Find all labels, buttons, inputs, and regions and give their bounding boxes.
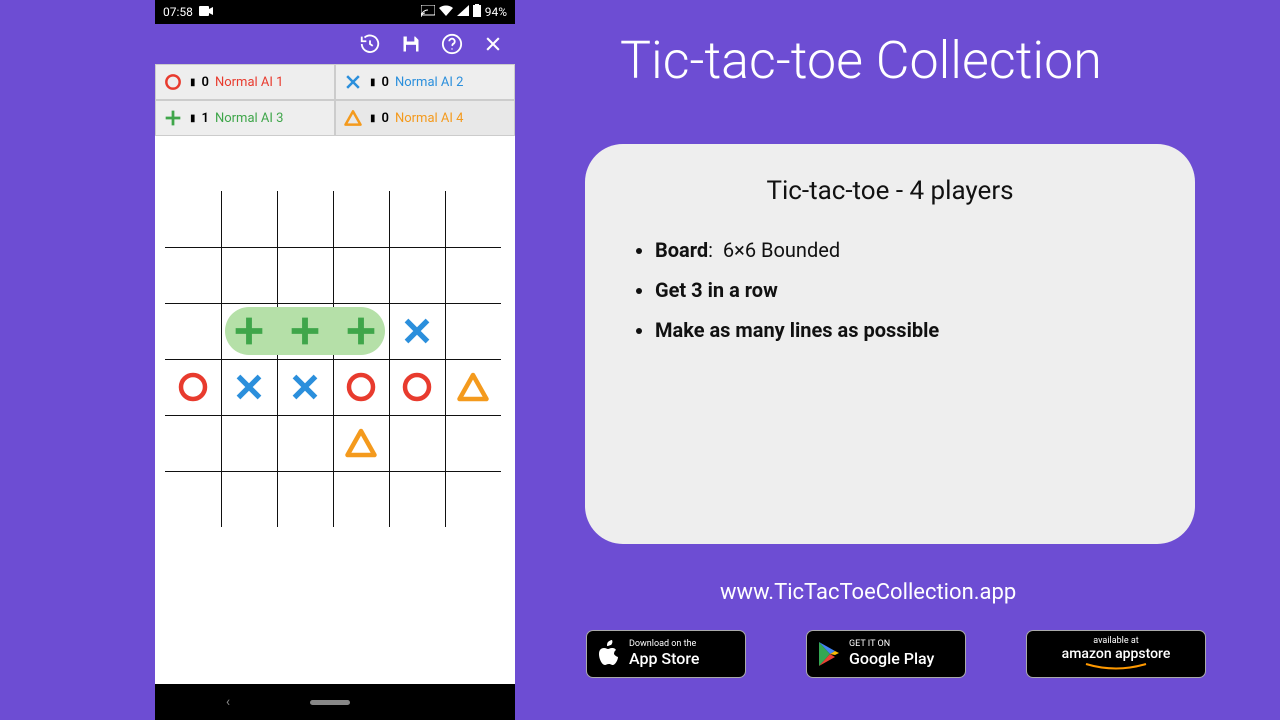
cast-icon — [421, 5, 435, 20]
camera-icon — [199, 5, 213, 19]
website-url: www.TicTacToeCollection.app — [720, 580, 1016, 605]
close-icon[interactable] — [483, 34, 503, 54]
battery-pct: 94% — [485, 5, 507, 19]
game-board[interactable] — [165, 191, 505, 531]
card-heading: Tic-tac-toe - 4 players — [625, 176, 1155, 206]
back-icon[interactable]: ‹ — [226, 694, 230, 710]
board-cell[interactable] — [221, 359, 277, 415]
board-cell[interactable] — [165, 471, 221, 527]
page-title: Tic-tac-toe Collection — [620, 30, 1102, 91]
board-cell[interactable] — [277, 247, 333, 303]
player-cell-1[interactable]: ▮ 0 Normal AI 1 — [155, 64, 335, 100]
board-cell[interactable] — [389, 247, 445, 303]
board-cell[interactable] — [277, 471, 333, 527]
save-icon[interactable] — [401, 34, 421, 54]
board-cell[interactable] — [445, 247, 501, 303]
triangle-icon — [342, 107, 364, 129]
bullet: Make as many lines as possible — [655, 310, 1155, 350]
board-cell[interactable] — [333, 359, 389, 415]
board-area — [155, 136, 515, 692]
card-bullets: Board: 6×6 Bounded Get 3 in a row Make a… — [625, 230, 1155, 350]
player-name: Normal AI 2 — [395, 75, 464, 90]
board-cell[interactable] — [389, 191, 445, 247]
player-cell-3[interactable]: ▮ 1 Normal AI 3 — [155, 100, 335, 136]
player-name: Normal AI 1 — [215, 75, 284, 90]
android-nav-bar: ‹ — [155, 684, 515, 720]
store-badges: Download on theApp Store GET IT ONGoogle… — [586, 630, 1206, 678]
board-cell[interactable] — [389, 303, 445, 359]
board-cell[interactable] — [165, 415, 221, 471]
wifi-icon — [439, 5, 453, 19]
player-score: 0 — [202, 75, 209, 90]
board-cell[interactable] — [333, 471, 389, 527]
board-cell[interactable] — [165, 247, 221, 303]
amazon-smile-icon — [1081, 663, 1151, 671]
board-cell[interactable] — [333, 191, 389, 247]
player-score: 0 — [382, 111, 389, 126]
bullet: Board: 6×6 Bounded — [655, 230, 1155, 270]
board-cell[interactable] — [277, 191, 333, 247]
board-cell[interactable] — [165, 303, 221, 359]
board-cell[interactable] — [445, 191, 501, 247]
plus-icon — [162, 107, 184, 129]
board-cell[interactable] — [389, 359, 445, 415]
battery-icon — [473, 4, 481, 20]
board-cell[interactable] — [221, 415, 277, 471]
amazon-appstore-badge[interactable]: available at amazon appstore — [1026, 630, 1206, 678]
player-score: 0 — [382, 75, 389, 90]
board-cell[interactable] — [221, 191, 277, 247]
ai-badge-icon: ▮ — [190, 77, 196, 88]
board-cell[interactable] — [277, 415, 333, 471]
board-cell[interactable] — [333, 247, 389, 303]
info-card: Tic-tac-toe - 4 players Board: 6×6 Bound… — [585, 144, 1195, 544]
bullet: Get 3 in a row — [655, 270, 1155, 310]
status-bar: 07:58 94% — [155, 0, 515, 24]
player-cell-4[interactable]: ▮ 0 Normal AI 4 — [335, 100, 515, 136]
google-play-badge[interactable]: GET IT ONGoogle Play — [806, 630, 966, 678]
player-cell-2[interactable]: ▮ 0 Normal AI 2 — [335, 64, 515, 100]
board-cell[interactable] — [445, 303, 501, 359]
board-cell[interactable] — [277, 359, 333, 415]
score-panel: ▮ 0 Normal AI 1 ▮ 0 Normal AI 2 ▮ 1 Norm… — [155, 64, 515, 136]
home-pill[interactable] — [310, 700, 350, 705]
board-cell[interactable] — [221, 247, 277, 303]
board-cell[interactable] — [333, 415, 389, 471]
help-icon[interactable] — [441, 33, 463, 55]
play-icon — [817, 641, 841, 667]
cross-icon — [342, 71, 364, 93]
player-name: Normal AI 3 — [215, 111, 284, 126]
board-cell[interactable] — [389, 415, 445, 471]
ai-badge-icon: ▮ — [370, 77, 376, 88]
player-name: Normal AI 4 — [395, 111, 464, 126]
ai-badge-icon: ▮ — [190, 113, 196, 124]
player-score: 1 — [202, 111, 209, 126]
app-store-badge[interactable]: Download on theApp Store — [586, 630, 746, 678]
signal-icon — [457, 5, 469, 19]
board-cell[interactable] — [445, 415, 501, 471]
board-cell[interactable] — [165, 191, 221, 247]
apple-icon — [597, 640, 621, 668]
circle-icon — [162, 71, 184, 93]
board-cell[interactable] — [333, 303, 389, 359]
board-cell[interactable] — [277, 303, 333, 359]
board-cell[interactable] — [445, 471, 501, 527]
phone-mockup: 07:58 94% — [155, 0, 515, 720]
board-cell[interactable] — [165, 359, 221, 415]
board-cell[interactable] — [389, 471, 445, 527]
board-cell[interactable] — [221, 303, 277, 359]
board-cell[interactable] — [445, 359, 501, 415]
board-cell[interactable] — [221, 471, 277, 527]
app-bar — [155, 24, 515, 64]
clock: 07:58 — [163, 5, 193, 19]
history-icon[interactable] — [359, 33, 381, 55]
ai-badge-icon: ▮ — [370, 113, 376, 124]
